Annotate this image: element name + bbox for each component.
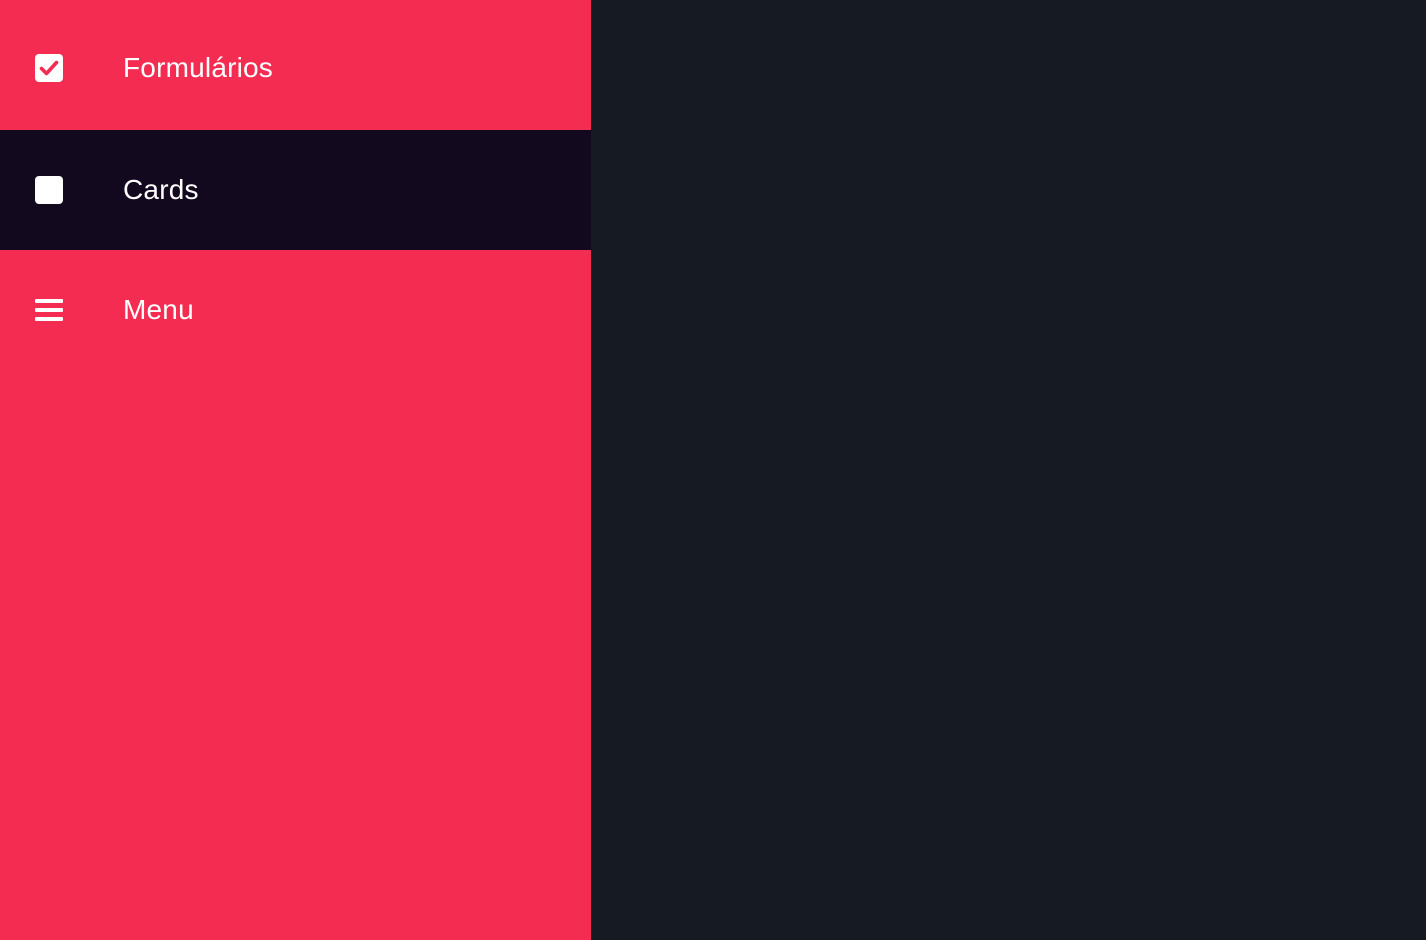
menu-icon bbox=[35, 296, 63, 324]
sidebar-item-cards[interactable]: Cards bbox=[0, 130, 591, 250]
sidebar: Formulários Cards Menu bbox=[0, 0, 591, 940]
sidebar-item-label: Formulários bbox=[123, 52, 274, 83]
sidebar-item-label: Cards bbox=[123, 174, 199, 205]
checkbox-blank-icon bbox=[35, 176, 63, 204]
checkbox-checked-icon bbox=[35, 54, 63, 82]
sidebar-item-label: Menu bbox=[123, 294, 194, 325]
app-root: Formulários Cards Menu bbox=[0, 0, 1426, 940]
main-content bbox=[591, 0, 1426, 940]
sidebar-item-menu[interactable]: Menu bbox=[0, 250, 591, 370]
sidebar-item-formularios[interactable]: Formulários bbox=[0, 0, 591, 130]
